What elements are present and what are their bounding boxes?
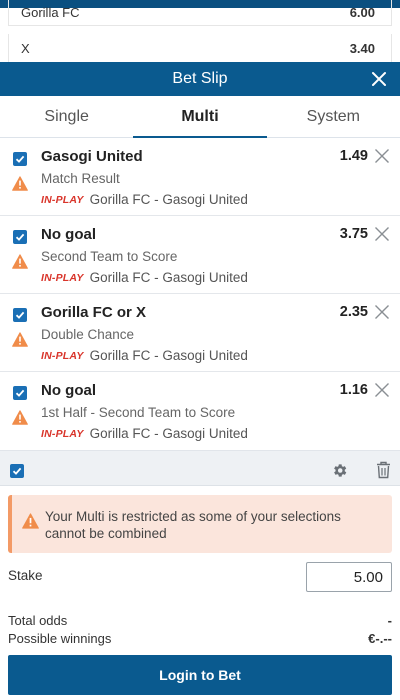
inplay-badge: IN-PLAY: [41, 193, 84, 206]
market-option-row[interactable]: X 3.40: [8, 34, 392, 62]
selection-event: IN-PLAY Gorilla FC - Gasogi United: [41, 270, 248, 285]
total-odds-row: Total odds -: [8, 612, 392, 630]
possible-winnings-row: Possible winnings €-.--: [8, 630, 392, 648]
selection-odds: 1.49: [339, 148, 368, 164]
checkbox-checked-icon[interactable]: [13, 152, 27, 166]
login-to-bet-button[interactable]: Login to Bet: [8, 655, 392, 695]
warning-icon: [12, 176, 28, 191]
selection-name: No goal: [41, 226, 96, 243]
selection-item: Gasogi United Match Result IN-PLAY Goril…: [0, 138, 400, 216]
tab-system[interactable]: System: [267, 96, 400, 137]
selection-market: Second Team to Score: [41, 249, 178, 264]
bet-slip-title: Bet Slip: [172, 70, 228, 87]
selection-item: No goal 1st Half - Second Team to Score …: [0, 372, 400, 450]
totals-summary: Total odds - Possible winnings €-.--: [8, 612, 392, 648]
warning-icon: [12, 254, 28, 269]
bet-slip-header: Bet Slip: [0, 62, 400, 96]
selection-list: Gasogi United Match Result IN-PLAY Goril…: [0, 138, 400, 450]
background-market-list: Gorilla FC 6.00 X 3.40: [0, 0, 400, 62]
warning-icon: [22, 513, 39, 529]
selection-market: 1st Half - Second Team to Score: [41, 405, 236, 420]
inplay-badge: IN-PLAY: [41, 349, 84, 362]
select-all-checkbox-icon[interactable]: [10, 464, 24, 478]
restriction-message: Your Multi is restricted as some of your…: [45, 509, 341, 541]
market-option-label: X: [21, 40, 30, 56]
checkbox-checked-icon[interactable]: [13, 308, 27, 322]
stake-label: Stake: [8, 568, 43, 583]
gear-icon[interactable]: [331, 462, 348, 479]
market-option-row[interactable]: Gorilla FC 6.00: [8, 0, 392, 26]
bet-type-tabs: Single Multi System: [0, 96, 400, 138]
market-option-odds: 6.00: [349, 5, 375, 20]
selection-market: Double Chance: [41, 327, 135, 342]
selection-name: Gorilla FC or X: [41, 304, 147, 321]
selection-event: IN-PLAY Gorilla FC - Gasogi United: [41, 348, 248, 363]
event-name: Gorilla FC - Gasogi United: [89, 192, 248, 207]
total-odds-value: -: [387, 613, 392, 628]
market-option-label: Gorilla FC: [21, 5, 80, 20]
selection-odds: 3.75: [339, 226, 368, 242]
warning-icon: [12, 332, 28, 347]
selection-odds: 1.16: [339, 382, 368, 398]
selection-toolbar: [0, 450, 400, 486]
restriction-notice: Your Multi is restricted as some of your…: [8, 495, 392, 553]
selection-market: Match Result: [41, 171, 120, 186]
checkbox-checked-icon[interactable]: [13, 230, 27, 244]
selection-name: Gasogi United: [41, 148, 143, 165]
tab-single[interactable]: Single: [0, 96, 133, 137]
event-name: Gorilla FC - Gasogi United: [89, 426, 248, 441]
inplay-badge: IN-PLAY: [41, 427, 84, 440]
stake-input[interactable]: [306, 562, 392, 592]
remove-icon[interactable]: [374, 226, 390, 242]
inplay-badge: IN-PLAY: [41, 271, 84, 284]
market-option-odds: 3.40: [349, 40, 375, 56]
selection-event: IN-PLAY Gorilla FC - Gasogi United: [41, 426, 248, 441]
warning-icon: [12, 410, 28, 425]
event-name: Gorilla FC - Gasogi United: [89, 348, 248, 363]
remove-icon[interactable]: [374, 304, 390, 320]
selection-event: IN-PLAY Gorilla FC - Gasogi United: [41, 192, 248, 207]
tab-multi[interactable]: Multi: [133, 96, 267, 138]
page: Gorilla FC 6.00 X 3.40 Bet Slip Single M…: [0, 0, 400, 700]
trash-icon[interactable]: [376, 461, 391, 479]
remove-icon[interactable]: [374, 382, 390, 398]
checkbox-checked-icon[interactable]: [13, 386, 27, 400]
selection-item: Gorilla FC or X Double Chance IN-PLAY Go…: [0, 294, 400, 372]
event-name: Gorilla FC - Gasogi United: [89, 270, 248, 285]
selection-item: No goal Second Team to Score IN-PLAY Gor…: [0, 216, 400, 294]
total-odds-label: Total odds: [8, 613, 68, 628]
possible-winnings-value: €-.--: [368, 631, 392, 646]
remove-icon[interactable]: [374, 148, 390, 164]
selection-name: No goal: [41, 382, 96, 399]
selection-odds: 2.35: [339, 304, 368, 320]
close-icon[interactable]: [368, 68, 390, 90]
possible-winnings-label: Possible winnings: [8, 631, 112, 646]
